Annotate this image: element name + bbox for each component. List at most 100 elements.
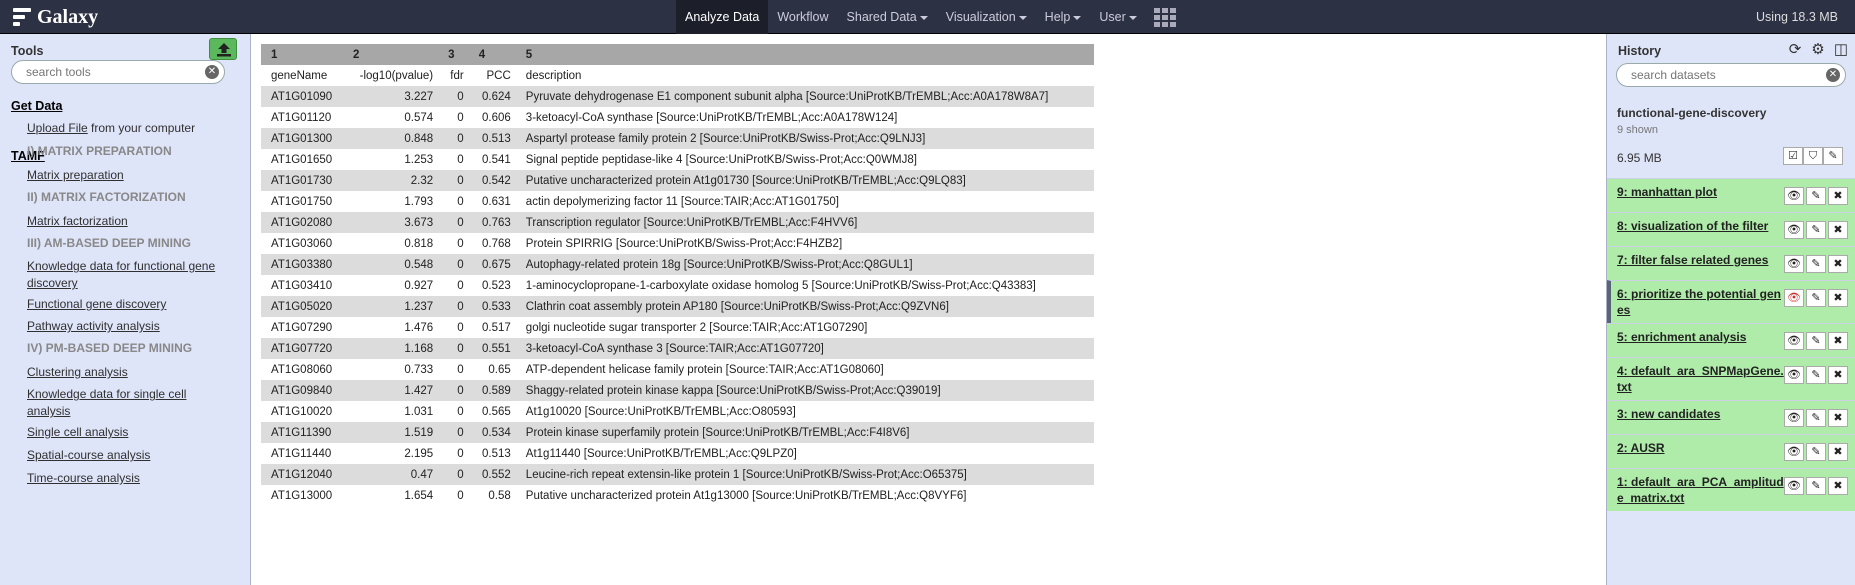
history-panel: History ⟳ ⚙ ◫ ✕ functional-gene-discover… (1606, 34, 1855, 585)
pencil-icon[interactable]: ✎ (1806, 477, 1826, 495)
eye-icon[interactable]: 👁 (1784, 255, 1804, 273)
history-dataset[interactable]: 3: new candidates 👁 ✎ ✖ (1607, 400, 1855, 434)
tool-link[interactable]: Pathway activity analysis (27, 318, 227, 335)
table-cell: 0.565 (482, 405, 511, 418)
table-cell: 1.793 (404, 195, 434, 208)
pencil-icon[interactable]: ✎ (1806, 187, 1826, 205)
dataset-title[interactable]: 1: default_ara_PCA_amplitude_matrix.txt (1617, 474, 1786, 506)
delete-icon[interactable]: ✖ (1828, 409, 1848, 427)
dataset-title[interactable]: 7: filter false related genes (1617, 252, 1786, 268)
columns-icon[interactable]: ◫ (1831, 40, 1851, 58)
delete-icon[interactable]: ✖ (1828, 366, 1848, 384)
eye-icon[interactable]: 👁 (1784, 332, 1804, 350)
history-name[interactable]: functional-gene-discovery (1617, 106, 1766, 120)
history-title: History (1618, 44, 1662, 58)
pencil-icon[interactable]: ✎ (1806, 332, 1826, 350)
dataset-title[interactable]: 2: AUSR (1617, 440, 1786, 456)
pencil-icon[interactable]: ✎ (1806, 409, 1826, 427)
pencil-icon[interactable]: ✎ (1806, 255, 1826, 273)
delete-icon[interactable]: ✖ (1828, 332, 1848, 350)
nav-visualization[interactable]: Visualization (937, 0, 1036, 34)
delete-icon[interactable]: ✖ (1828, 289, 1848, 307)
select-checkbox-icon[interactable]: ☑ (1783, 147, 1803, 165)
eye-icon[interactable]: 👁 (1784, 409, 1804, 427)
clear-search-icon[interactable]: ✕ (205, 65, 219, 79)
tool-link[interactable]: Matrix preparation (27, 167, 227, 184)
upload-file-tool[interactable]: Upload File from your computer (27, 120, 227, 137)
main-nav: Analyze Data Workflow Shared Data Visualiza… (676, 0, 1176, 34)
gear-icon[interactable]: ⚙ (1808, 40, 1828, 58)
upload-file-link[interactable]: Upload File (27, 121, 88, 135)
table-cell: golgi nucleotide sugar transporter 2 [So… (525, 321, 868, 334)
nav-analyze-data[interactable]: Analyze Data (676, 0, 769, 34)
column-header: fdr (438, 65, 469, 86)
tool-link[interactable]: Matrix factorization (27, 213, 227, 230)
column-index: 2 (342, 44, 439, 65)
annotation-icon[interactable]: ✎ (1823, 147, 1843, 165)
refresh-icon[interactable]: ⟳ (1785, 40, 1805, 58)
delete-icon[interactable]: ✖ (1828, 221, 1848, 239)
table-cell: 0.818 (404, 237, 434, 250)
nav-shared-data[interactable]: Shared Data (838, 0, 937, 34)
delete-icon[interactable]: ✖ (1828, 187, 1848, 205)
delete-icon[interactable]: ✖ (1828, 255, 1848, 273)
tool-link[interactable]: Spatial-course analysis (27, 447, 227, 464)
eye-icon[interactable]: 👁 (1784, 187, 1804, 205)
table-cell: AT1G01090 (261, 86, 343, 107)
dataset-title[interactable]: 6: prioritize the potential genes (1617, 286, 1786, 318)
tool-link[interactable]: Time-course analysis (27, 470, 227, 487)
history-dataset[interactable]: 8: visualization of the filter 👁 ✎ ✖ (1607, 212, 1855, 246)
table-cell: AT1G08060 (271, 363, 333, 376)
table-cell: 0 (457, 237, 464, 250)
dataset-title[interactable]: 8: visualization of the filter (1617, 218, 1786, 234)
dataset-title[interactable]: 5: enrichment analysis (1617, 329, 1786, 345)
clear-search-icon[interactable]: ✕ (1826, 68, 1840, 82)
tool-search-input[interactable] (12, 61, 193, 83)
history-dataset[interactable]: 2: AUSR 👁 ✎ ✖ (1607, 434, 1855, 468)
history-size: 6.95 MB (1617, 151, 1662, 165)
nav-workflow[interactable]: Workflow (768, 0, 837, 34)
tool-panel-title: Tools (11, 44, 44, 58)
nav-user[interactable]: User (1090, 0, 1145, 34)
tool-link[interactable]: Functional gene discovery (27, 296, 227, 313)
eye-icon[interactable]: 👁 (1784, 443, 1804, 461)
pencil-icon[interactable]: ✎ (1806, 443, 1826, 461)
eye-icon[interactable]: 👁 (1784, 477, 1804, 495)
history-dataset[interactable]: 6: prioritize the potential genes 👁 ✎ ✖ (1607, 280, 1855, 323)
tool-link[interactable]: Knowledge data for single cell analysis (27, 386, 227, 420)
history-dataset[interactable]: 7: filter false related genes 👁 ✎ ✖ (1607, 246, 1855, 280)
pencil-icon[interactable]: ✎ (1806, 289, 1826, 307)
brand[interactable]: Galaxy (13, 5, 98, 29)
dataset-title[interactable]: 9: manhattan plot (1617, 184, 1786, 200)
upload-button[interactable] (209, 38, 237, 60)
history-dataset[interactable]: 1: default_ara_PCA_amplitude_matrix.txt 👁… (1607, 468, 1855, 511)
tool-link[interactable]: Clustering analysis (27, 364, 227, 381)
tool-search[interactable]: ✕ (11, 60, 225, 84)
eye-icon[interactable]: 👁 (1784, 221, 1804, 239)
table-row: AT1G07720 1.168 0 0.551 3-ketoacyl-CoA synth… (261, 338, 1094, 359)
dataset-title[interactable]: 3: new candidates (1617, 406, 1786, 422)
delete-icon[interactable]: ✖ (1828, 443, 1848, 461)
tags-icon[interactable]: ⛉ (1803, 147, 1823, 165)
history-search-input[interactable] (1617, 64, 1811, 86)
pencil-icon[interactable]: ✎ (1806, 221, 1826, 239)
eye-icon[interactable]: 👁 (1784, 289, 1804, 307)
dataset-title[interactable]: 4: default_ara_SNPMapGene.txt (1617, 363, 1786, 395)
section-get-data[interactable]: Get Data (11, 99, 62, 113)
history-dataset[interactable]: 5: enrichment analysis 👁 ✎ ✖ (1607, 323, 1855, 357)
table-cell: 0.606 (482, 111, 511, 124)
delete-icon[interactable]: ✖ (1828, 477, 1848, 495)
apps-grid-icon[interactable] (1153, 8, 1176, 27)
chevron-down-icon (1018, 15, 1027, 20)
pencil-icon[interactable]: ✎ (1806, 366, 1826, 384)
eye-icon[interactable]: 👁 (1784, 366, 1804, 384)
table-cell: Autophagy-related protein 18g [Source:Un… (515, 254, 1094, 275)
history-dataset[interactable]: 9: manhattan plot 👁 ✎ ✖ (1607, 178, 1855, 212)
history-search[interactable]: ✕ (1616, 63, 1846, 87)
history-dataset[interactable]: 4: default_ara_SNPMapGene.txt 👁 ✎ ✖ (1607, 357, 1855, 400)
tool-link[interactable]: Knowledge data for functional gene disco… (27, 258, 227, 292)
dataset-buttons: 👁 ✎ ✖ (1782, 443, 1848, 461)
table-row: AT1G01650 1.253 0 0.541 Signal peptide pepti… (261, 149, 1094, 170)
tool-link[interactable]: Single cell analysis (27, 424, 227, 441)
nav-help[interactable]: Help (1036, 0, 1091, 34)
